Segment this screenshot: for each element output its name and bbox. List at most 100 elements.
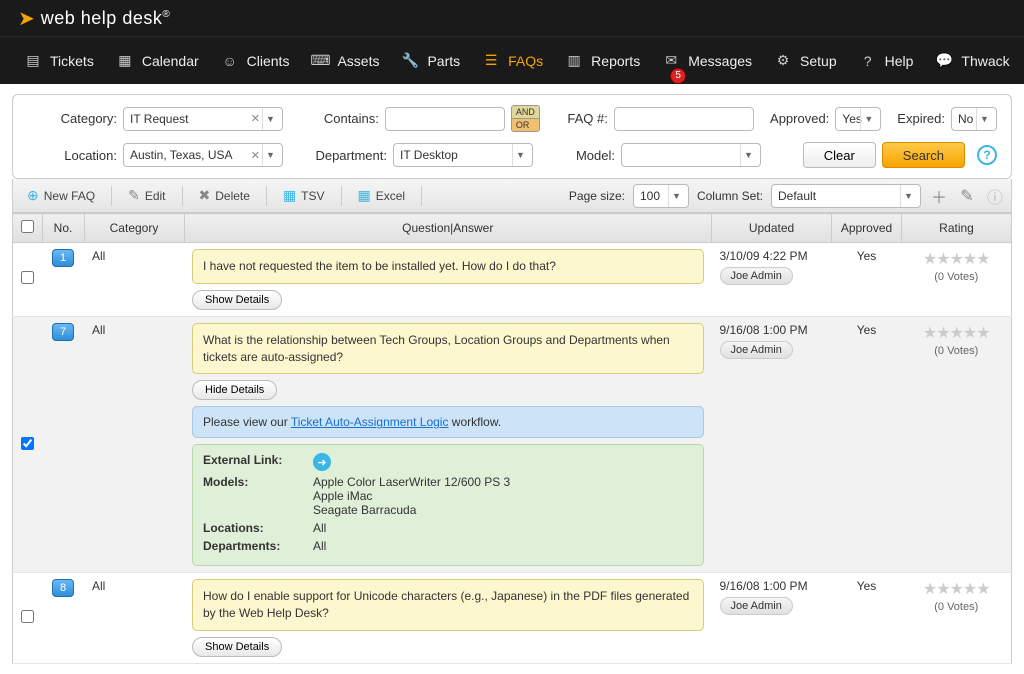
nav-faqs[interactable]: ☰FAQs xyxy=(472,46,553,76)
location-select[interactable]: Austin, Texas, USA✕▼ xyxy=(123,143,283,167)
nav-setup[interactable]: ⚙Setup xyxy=(764,46,847,76)
star-rating[interactable]: ★★★★★ xyxy=(910,579,1004,599)
gear-icon: ⚙ xyxy=(774,52,792,70)
table-row: 8 All How do I enable support for Unicod… xyxy=(13,573,1012,664)
and-or-toggle[interactable]: ANDOR xyxy=(511,105,540,132)
filter-panel: Category: IT Request✕▼ Contains: ANDOR F… xyxy=(12,94,1012,179)
details-toggle[interactable]: Hide Details xyxy=(192,380,277,400)
col-qa[interactable]: Question|Answer xyxy=(184,214,712,243)
question-box: How do I enable support for Unicode char… xyxy=(192,579,704,631)
tsv-button[interactable]: ▦TSV xyxy=(275,183,333,208)
edit-button[interactable]: ✎Edit xyxy=(120,183,173,208)
star-rating[interactable]: ★★★★★ xyxy=(910,323,1004,343)
nav-messages[interactable]: ✉Messages5 xyxy=(652,46,762,76)
faqnum-input[interactable] xyxy=(614,107,754,131)
grid-toolbar: ⊕New FAQ ✎Edit ✖Delete ▦TSV ▦Excel Page … xyxy=(12,179,1012,213)
faq-number[interactable]: 8 xyxy=(52,579,74,597)
external-link-icon[interactable]: ➜ xyxy=(313,453,331,471)
select-all-checkbox[interactable] xyxy=(21,220,34,233)
edit-columns-icon[interactable]: ✎ xyxy=(957,186,977,206)
star-rating[interactable]: ★★★★★ xyxy=(910,249,1004,269)
user-icon: ☺ xyxy=(221,52,239,70)
row-approved: Yes xyxy=(832,243,902,317)
wrench-icon: 🔧 xyxy=(401,52,419,70)
nav-calendar[interactable]: ▦Calendar xyxy=(106,46,209,76)
row-rating: ★★★★★(0 Votes) xyxy=(902,573,1012,664)
search-button[interactable]: Search xyxy=(882,142,965,168)
model-select[interactable]: ▼ xyxy=(621,143,761,167)
category-select[interactable]: IT Request✕▼ xyxy=(123,107,283,131)
nav-assets[interactable]: ⌨Assets xyxy=(301,46,389,76)
excel-button[interactable]: ▦Excel xyxy=(350,183,414,208)
approved-label: Approved: xyxy=(770,111,829,126)
row-qa: What is the relationship between Tech Gr… xyxy=(184,316,712,573)
monitor-icon: ⌨ xyxy=(311,52,329,70)
department-select[interactable]: IT Desktop▼ xyxy=(393,143,533,167)
row-checkbox[interactable] xyxy=(21,437,34,450)
col-approved[interactable]: Approved xyxy=(832,214,902,243)
category-label: Category: xyxy=(27,111,117,126)
help-icon[interactable]: ? xyxy=(977,145,997,165)
new-faq-button[interactable]: ⊕New FAQ xyxy=(19,183,103,208)
approved-select[interactable]: Yes▼ xyxy=(835,107,881,131)
answer-link[interactable]: Ticket Auto-Assignment Logic xyxy=(291,415,449,429)
calendar-icon: ▦ xyxy=(116,52,134,70)
row-updated: 9/16/08 1:00 PMJoe Admin xyxy=(712,316,832,573)
plus-circle-icon: ⊕ xyxy=(27,187,39,204)
col-category[interactable]: Category xyxy=(84,214,184,243)
expired-select[interactable]: No▼ xyxy=(951,107,997,131)
app-header: ➤ web help desk® xyxy=(0,0,1024,36)
row-approved: Yes xyxy=(832,316,902,573)
col-rating[interactable]: Rating xyxy=(902,214,1012,243)
page-body: Category: IT Request✕▼ Contains: ANDOR F… xyxy=(0,84,1024,674)
user-pill[interactable]: Joe Admin xyxy=(720,267,793,285)
faq-table: No. Category Question|Answer Updated App… xyxy=(12,213,1012,664)
list-icon: ▤ xyxy=(24,52,42,70)
col-updated[interactable]: Updated xyxy=(712,214,832,243)
nav-help[interactable]: ?Help xyxy=(849,46,924,76)
chevron-down-icon: ▼ xyxy=(262,108,278,130)
department-label: Department: xyxy=(307,148,387,163)
logo-swoosh-icon: ➤ xyxy=(18,6,35,31)
chart-icon: ▥ xyxy=(565,52,583,70)
add-column-icon[interactable]: ＋ xyxy=(929,186,949,206)
row-approved: Yes xyxy=(832,573,902,664)
question-box: I have not requested the item to be inst… xyxy=(192,249,704,284)
row-qa: I have not requested the item to be inst… xyxy=(184,243,712,317)
meta-box: External Link:➜ Models:Apple Color Laser… xyxy=(192,444,704,566)
row-checkbox[interactable] xyxy=(21,610,34,623)
row-qa: How do I enable support for Unicode char… xyxy=(184,573,712,664)
speech-icon: 💬 xyxy=(935,52,953,70)
tsv-icon: ▦ xyxy=(283,187,296,204)
nav-tickets[interactable]: ▤Tickets xyxy=(14,46,104,76)
user-pill[interactable]: Joe Admin xyxy=(720,597,793,615)
messages-badge: 5 xyxy=(670,68,686,84)
answer-box: Please view our Ticket Auto-Assignment L… xyxy=(192,406,704,438)
location-label: Location: xyxy=(27,148,117,163)
faq-number[interactable]: 7 xyxy=(52,323,74,341)
info-icon[interactable]: ⓘ xyxy=(985,186,1005,206)
user-pill[interactable]: Joe Admin xyxy=(720,341,793,359)
nav-parts[interactable]: 🔧Parts xyxy=(391,46,470,76)
nav-clients[interactable]: ☺Clients xyxy=(211,46,300,76)
row-category: All xyxy=(84,573,184,664)
nav-thwack[interactable]: 💬Thwack xyxy=(925,46,1019,76)
x-icon: ✖ xyxy=(199,187,211,204)
question-box: What is the relationship between Tech Gr… xyxy=(192,323,704,375)
pagesize-select[interactable]: 100▼ xyxy=(633,184,689,208)
clear-x-icon[interactable]: ✕ xyxy=(251,112,260,125)
contains-input[interactable] xyxy=(385,107,505,131)
nav-reports[interactable]: ▥Reports xyxy=(555,46,650,76)
row-category: All xyxy=(84,316,184,573)
clear-button[interactable]: Clear xyxy=(803,142,876,168)
pencil-icon: ✎ xyxy=(128,187,140,204)
app-logo: web help desk® xyxy=(41,8,170,29)
details-toggle[interactable]: Show Details xyxy=(192,290,282,310)
faq-number[interactable]: 1 xyxy=(52,249,74,267)
delete-button[interactable]: ✖Delete xyxy=(191,183,258,208)
row-checkbox[interactable] xyxy=(21,271,34,284)
columnset-label: Column Set: xyxy=(697,189,763,203)
col-no[interactable]: No. xyxy=(42,214,84,243)
clear-x-icon[interactable]: ✕ xyxy=(251,149,260,162)
columnset-select[interactable]: Default▼ xyxy=(771,184,921,208)
